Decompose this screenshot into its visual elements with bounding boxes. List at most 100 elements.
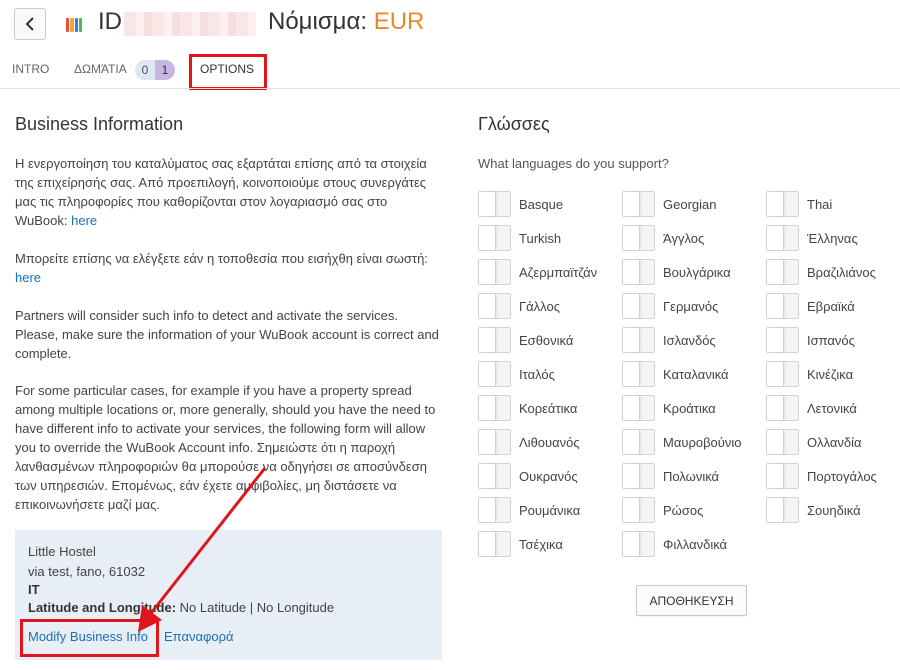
- language-item: Φιλλανδικά: [622, 530, 727, 558]
- top-bar: ID Νόμισμα: EUR: [0, 0, 900, 50]
- language-label: Ουκρανός: [519, 468, 578, 484]
- language-item: Λετονικά: [766, 394, 857, 422]
- business-country-value: IT: [28, 582, 40, 597]
- language-label: Κορεάτικα: [519, 400, 578, 416]
- language-label: Τσέχικα: [519, 536, 563, 552]
- language-item: Εβραϊκά: [766, 292, 855, 320]
- tab-rooms[interactable]: ΔΩΜΆΤΙΑ: [74, 62, 127, 76]
- languages-grid: Basque Georgian Thai Turkish Άγγλος Έλληνας Αζ…: [478, 190, 898, 560]
- language-toggle[interactable]: [478, 463, 511, 489]
- language-toggle[interactable]: [478, 531, 511, 557]
- language-label: Κροάτικα: [663, 400, 716, 416]
- language-label: Κινέζικα: [807, 366, 854, 382]
- business-paragraph-1: Η ενεργοποίηση του καταλύματος σας εξαρτ…: [15, 154, 440, 230]
- language-toggle[interactable]: [478, 327, 511, 353]
- language-toggle[interactable]: [478, 293, 511, 319]
- tab-intro[interactable]: INTRO: [12, 62, 49, 76]
- language-item: Καταλανικά: [622, 360, 729, 388]
- language-toggle[interactable]: [478, 225, 511, 251]
- language-toggle[interactable]: [766, 361, 799, 387]
- language-label: Georgian: [663, 196, 717, 212]
- location-check-link[interactable]: here: [15, 270, 41, 285]
- language-item: Βραζιλιάνος: [766, 258, 876, 286]
- language-item: Ρώσος: [622, 496, 703, 524]
- save-button[interactable]: ΑΠΟΘΗΚΕΥΣΗ: [636, 585, 747, 616]
- language-label: Turkish: [519, 230, 562, 246]
- language-item: Τσέχικα: [478, 530, 563, 558]
- language-item: Λιθουανός: [478, 428, 580, 456]
- language-label: Εσθονικά: [519, 332, 574, 348]
- language-label: Πορτογάλος: [807, 468, 877, 484]
- language-toggle[interactable]: [478, 361, 511, 387]
- language-toggle[interactable]: [622, 429, 655, 455]
- language-toggle[interactable]: [478, 429, 511, 455]
- language-toggle[interactable]: [478, 395, 511, 421]
- business-country: IT: [28, 582, 40, 597]
- language-toggle[interactable]: [622, 463, 655, 489]
- language-item: Βουλγάρικα: [622, 258, 731, 286]
- languages-question: What languages do you support?: [478, 156, 669, 171]
- language-toggle[interactable]: [622, 259, 655, 285]
- language-item: Ιταλός: [478, 360, 555, 388]
- language-label: Φιλλανδικά: [663, 536, 728, 552]
- language-toggle[interactable]: [622, 531, 655, 557]
- back-button[interactable]: [14, 8, 46, 40]
- language-label: Γάλλος: [519, 298, 560, 314]
- language-toggle[interactable]: [622, 497, 655, 523]
- language-label: Ρώσος: [663, 502, 704, 518]
- wubook-account-link[interactable]: here: [71, 213, 97, 228]
- latlng-label: Latitude and Longitude:: [28, 600, 177, 615]
- language-item: Ολλανδία: [766, 428, 862, 456]
- language-toggle[interactable]: [766, 327, 799, 353]
- rooms-count-badge: 0 1: [135, 60, 175, 80]
- language-item: Αζερμπαϊτζάν: [478, 258, 597, 286]
- language-label: Ισπανός: [807, 332, 855, 348]
- language-label: Ιταλός: [519, 366, 555, 382]
- language-toggle[interactable]: [766, 497, 799, 523]
- language-toggle[interactable]: [766, 395, 799, 421]
- language-item: Κορεάτικα: [478, 394, 577, 422]
- language-item: Άγγλος: [622, 224, 704, 252]
- language-item: Thai: [766, 190, 832, 218]
- language-item: Πορτογάλος: [766, 462, 877, 490]
- language-item: Κινέζικα: [766, 360, 853, 388]
- language-item: Ισλανδός: [622, 326, 716, 354]
- language-item: Ουκρανός: [478, 462, 578, 490]
- language-item: Ρουμάνικα: [478, 496, 580, 524]
- language-label: Εβραϊκά: [807, 298, 855, 314]
- language-toggle[interactable]: [622, 191, 655, 217]
- language-toggle[interactable]: [622, 327, 655, 353]
- language-toggle[interactable]: [622, 293, 655, 319]
- language-toggle[interactable]: [478, 191, 511, 217]
- language-toggle[interactable]: [766, 225, 799, 251]
- tab-bar: INTRO ΔΩΜΆΤΙΑ 0 1 OPTIONS: [0, 56, 900, 88]
- language-toggle[interactable]: [622, 361, 655, 387]
- language-label: Γερμανός: [663, 298, 719, 314]
- header-divider: [0, 88, 900, 89]
- language-toggle[interactable]: [478, 497, 511, 523]
- language-label: Λετονικά: [807, 400, 857, 416]
- business-info-title: Business Information: [15, 114, 184, 134]
- currency-display: Νόμισμα: EUR: [268, 8, 424, 36]
- language-item: Γερμανός: [622, 292, 718, 320]
- language-toggle[interactable]: [766, 191, 799, 217]
- language-toggle[interactable]: [478, 259, 511, 285]
- language-label: Σουηδικά: [807, 502, 861, 518]
- business-name: Little Hostel: [28, 544, 96, 559]
- language-toggle[interactable]: [622, 225, 655, 251]
- language-toggle[interactable]: [766, 429, 799, 455]
- language-toggle[interactable]: [622, 395, 655, 421]
- reset-link[interactable]: Επαναφορά: [164, 629, 234, 644]
- language-item: Πολωνικά: [622, 462, 719, 490]
- language-toggle[interactable]: [766, 293, 799, 319]
- language-label: Πολωνικά: [663, 468, 720, 484]
- language-label: Έλληνας: [807, 230, 858, 246]
- language-toggle[interactable]: [766, 463, 799, 489]
- chevron-left-icon: [25, 17, 34, 31]
- options-highlight-box: [189, 54, 267, 90]
- languages-title: Γλώσσες: [478, 114, 550, 134]
- language-toggle[interactable]: [766, 259, 799, 285]
- property-id-label: ID: [98, 8, 122, 35]
- language-item: Έλληνας: [766, 224, 858, 252]
- currency-label: Νόμισμα:: [268, 8, 368, 35]
